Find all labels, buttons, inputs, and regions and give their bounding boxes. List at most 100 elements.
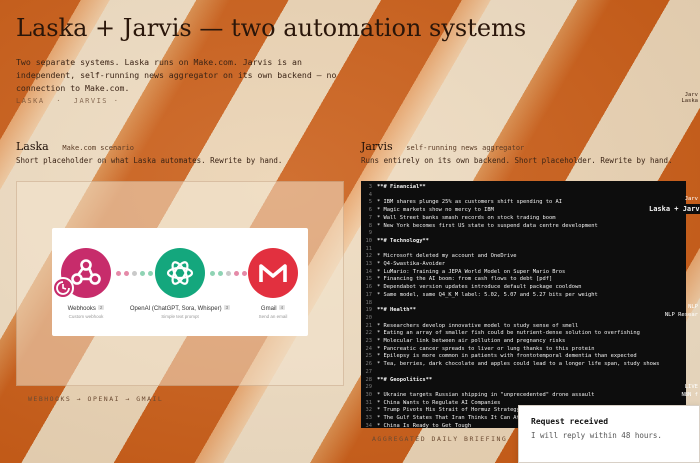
briefing-output[interactable]: 3 **# Financial** 4 5 * IBM shares plunge 25… [361,181,686,428]
laska-description: Short placeholder on what Laska automate… [16,156,283,165]
jarvis-heading: Jarvis self-running news aggregator [361,135,524,154]
line-number: 16 [365,284,373,291]
laska-heading: Laska Make.com scenario [16,135,134,154]
line-number: 7 [368,214,372,221]
page-title: Laska + Jarvis — two automation systems [16,14,527,42]
line-text: * Tea, berries, dark chocolate and apple… [377,361,660,368]
trigger-clock-icon [52,277,74,299]
line-text: **# Health** [377,307,416,314]
jarvis-caption: AGGREGATED DAILY BRIEFING [372,435,508,443]
briefing-line: 12 * Microsoft deleted my account and One… [361,253,686,261]
briefing-line: 26 * Tea, berries, dark chocolate and app… [361,361,686,369]
nav-link-jarvis[interactable]: JARVIS · [74,97,120,105]
line-number: 20 [365,314,373,321]
intro-text: Two separate systems. Laska runs on Make… [16,57,337,93]
line-number: 26 [365,361,373,368]
page: Laska + Jarvis — two automation systems … [0,0,700,463]
section-nav: LASKA · JARVIS · [16,97,125,105]
line-number: 21 [365,322,373,329]
webhooks-sublabel: Custom webhook [68,314,104,319]
briefing-line: 4 [361,192,686,200]
line-text: * Pancreatic cancer spreads to liver or … [377,345,595,352]
line-number: 22 [365,330,373,337]
briefing-line: 15 * Financing the AI boom: from cash flo… [361,276,686,284]
line-text: * LuMario: Training a JEPA World Model o… [377,268,566,275]
briefing-line: 7 * Wall Street banks smash records on st… [361,215,686,223]
connector-1 [116,271,153,276]
briefing-line: 19 **# Health** [361,307,686,315]
line-text: * Eating an array of smaller fish could … [377,330,640,337]
briefing-line: 30 * Ukraine targets Russian shipping in … [361,392,686,400]
briefing-line: 16 * Dependabot version updates introduce… [361,284,686,292]
line-text: * Researchers develop innovative model t… [377,322,579,329]
briefing-line: 5 * IBM shares plunge 25% as customers sh… [361,199,686,207]
line-text: * Same model, same Q4_K_M label: 5.02, 5… [377,291,598,298]
request-received-toast[interactable]: Request received I will reply within 48 … [518,405,700,463]
line-number: 31 [365,399,373,406]
briefing-line: 13 * Q4-Swastika-Avoider [361,261,686,269]
openai-label: OpenAI (ChatGPT, Sora, Whisper) 3 [129,305,231,312]
briefing-line: 20 [361,315,686,323]
briefing-line: 22 * Eating an array of smaller fish coul… [361,330,686,338]
line-text: * New York becomes first US state to sus… [377,222,598,229]
briefing-line: 6 * Magic markets show no mercy to IBM [361,207,686,215]
line-text: * Q4-Swastika-Avoider [377,261,446,268]
gmail-node[interactable] [248,248,298,298]
nav-link-laska[interactable]: LASKA [16,97,45,105]
briefing-line: 10 **# Technology** [361,238,686,246]
line-number: 12 [365,253,373,260]
briefing-line: 3 **# Financial** [361,184,686,192]
line-text: * Microsoft deleted my account and OneDr… [377,253,517,260]
openai-icon [166,261,194,285]
laska-name: Laska [16,140,49,153]
line-number: 9 [368,230,372,237]
nav-separator: · [56,97,63,105]
toast-message: I will reply within 48 hours. [531,431,662,440]
briefing-line: 18 [361,300,686,308]
line-text: **# Financial** [377,184,426,190]
line-number: 33 [365,415,373,422]
briefing-line: 21 * Researchers develop innovative model… [361,323,686,331]
line-number: 11 [365,245,373,252]
line-text: * Ukraine targets Russian shipping in "u… [377,391,595,398]
connector-2 [210,271,247,276]
line-number: 18 [365,299,373,306]
line-text: * The Gulf States That Iran Thinks It Ca… [377,415,524,422]
line-text: * China Wants to Regulate AI Companies [377,399,501,406]
gmail-sublabel: Send an email [258,314,288,319]
make-scenario-diagram: Webhooks 2 Custom webhook OpenAI (ChatGPT… [52,228,308,336]
line-number: 19 [365,307,373,314]
jarvis-subtitle: self-running news aggregator [406,144,525,152]
gmail-label: Gmail 4 [260,305,286,312]
line-number: 24 [365,345,373,352]
line-number: 30 [365,391,373,398]
edge-label-jarvis: Jarv [684,196,698,202]
briefing-line: 8 * New York becomes first US state to su… [361,223,686,231]
edge-label-bottom: LIVE N8N f [681,384,698,398]
edge-label-laska-jarvis: Laska + Jarv [646,204,700,214]
briefing-line: 9 [361,230,686,238]
line-text: * Wall Street banks smash records on sto… [377,214,556,221]
openai-sublabel: Simple text prompt [161,314,199,319]
openai-node[interactable] [155,248,205,298]
line-text: * China Is Ready to Get Tough [377,422,472,428]
jarvis-name: Jarvis [361,140,393,153]
line-text: **# Technology** [377,237,429,244]
briefing-line: 17 * Same model, same Q4_K_M label: 5.02,… [361,292,686,300]
line-number: 4 [368,191,372,198]
line-text: * Magic markets show no mercy to IBM [377,207,494,214]
line-number: 6 [368,207,372,214]
line-number: 34 [365,422,373,428]
line-text: * Epilepsy is more common in patients wi… [377,353,637,360]
line-number: 10 [365,237,373,244]
briefing-line: 29 [361,384,686,392]
briefing-line: 28 **# Geopolitics** [361,377,686,385]
line-number: 28 [365,376,373,383]
laska-subtitle: Make.com scenario [62,144,135,152]
briefing-line: 14 * LuMario: Training a JEPA World Model… [361,269,686,277]
briefing-line: 11 [361,246,686,254]
line-number: 29 [365,384,373,391]
line-number: 13 [365,261,373,268]
webhooks-label: Webhooks 2 [67,305,105,312]
line-number: 8 [368,222,372,229]
